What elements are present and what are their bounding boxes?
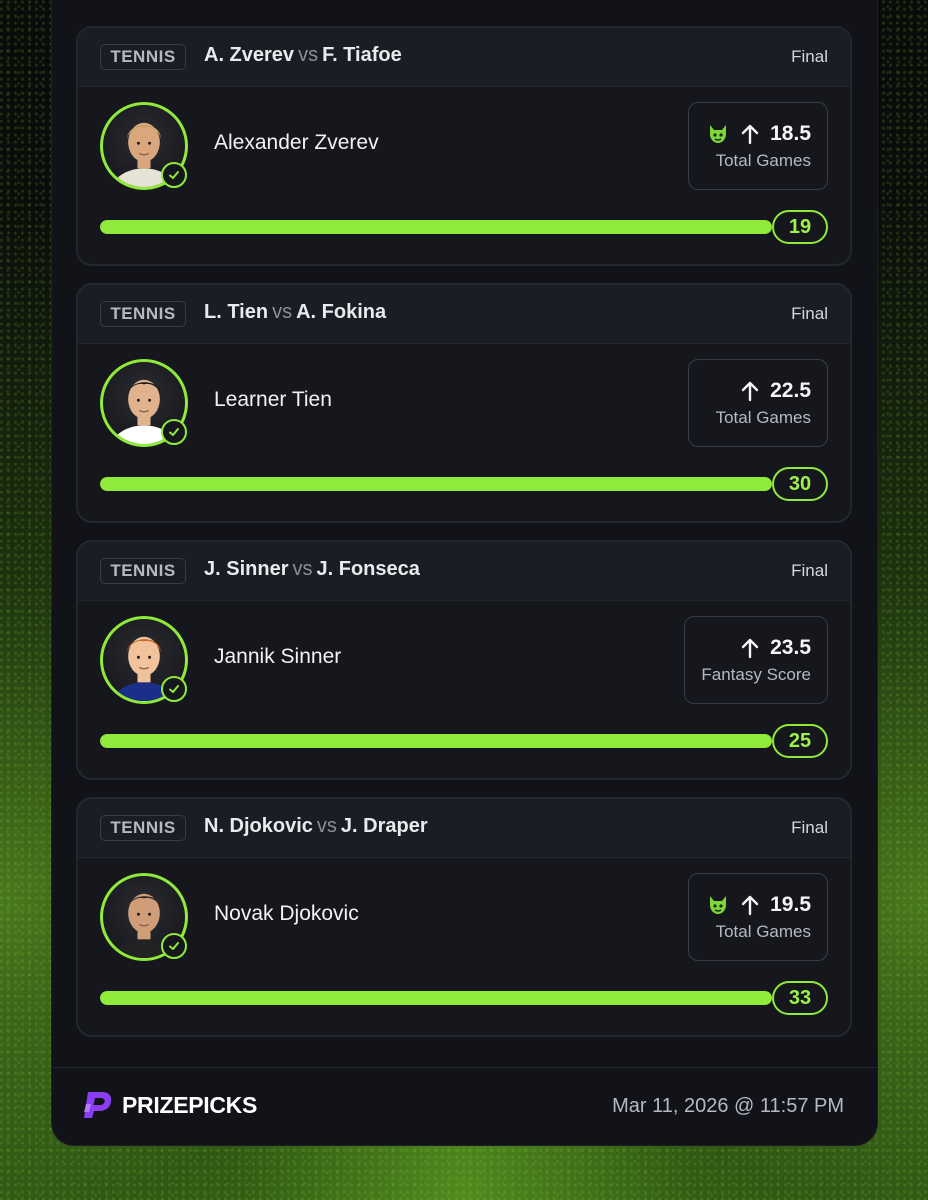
pick-card[interactable]: TENNIS A. Zverev vs F. Tiafoe Final Alexan…: [76, 26, 852, 266]
demon-icon: [710, 896, 727, 914]
entry-timestamp: Mar 11, 2026 @ 11:57 PM: [612, 1095, 844, 1117]
projection-box: 19.5 Total Games: [688, 873, 828, 961]
sport-tag: TENNIS: [100, 815, 186, 841]
matchup: L. Tien vs A. Fokina: [204, 301, 386, 324]
player-name: Jannik Sinner: [214, 645, 342, 668]
matchup-player-1: A. Zverev: [204, 44, 295, 66]
projection-box: 23.5 Fantasy Score: [684, 616, 828, 704]
check-icon: [161, 933, 187, 959]
matchup-vs: vs: [316, 815, 337, 837]
matchup: N. Djokovic vs J. Draper: [204, 815, 428, 838]
stat-type: Total Games: [715, 408, 811, 427]
arrow-up-icon: [741, 895, 759, 916]
matchup: A. Zverev vs F. Tiafoe: [204, 44, 402, 67]
game-status: Final: [791, 818, 828, 837]
projection-box: 18.5 Total Games: [688, 102, 828, 190]
arrow-up-icon: [741, 638, 759, 659]
player-name: Alexander Zverev: [214, 131, 379, 154]
card-header: TENNIS L. Tien vs A. Fokina Final: [78, 285, 850, 344]
demon-icon: [710, 125, 727, 143]
arrow-up-icon: [741, 381, 759, 402]
matchup-player-2: F. Tiafoe: [322, 44, 402, 66]
footer-divider: [52, 1067, 877, 1068]
matchup-vs: vs: [298, 44, 319, 66]
sport-tag: TENNIS: [100, 301, 186, 327]
progress-fill: [100, 477, 772, 491]
matchup-vs: vs: [292, 558, 313, 580]
stat-type: Total Games: [715, 922, 811, 941]
projection-line: 22.5: [770, 379, 811, 402]
brand-name: PRIZEPICKS: [122, 1091, 258, 1118]
brand-logo: PRIZEPICKS: [82, 1090, 257, 1120]
check-icon: [161, 162, 187, 188]
pick-card[interactable]: TENNIS N. Djokovic vs J. Draper Final Nova…: [76, 797, 852, 1037]
sport-tag: TENNIS: [100, 558, 186, 584]
game-status: Final: [791, 304, 828, 323]
projection-line: 18.5: [770, 122, 811, 145]
matchup-player-2: J. Fonseca: [316, 558, 420, 580]
stat-type: Fantasy Score: [701, 665, 811, 684]
sport-tag: TENNIS: [100, 44, 186, 70]
result-value: 25: [772, 724, 828, 758]
progress-bar: [100, 477, 772, 491]
check-icon: [161, 419, 187, 445]
check-icon: [161, 676, 187, 702]
matchup-player-1: N. Djokovic: [204, 815, 313, 837]
progress-bar: [100, 220, 772, 234]
projection-line: 19.5: [770, 893, 811, 916]
player-name: Learner Tien: [214, 388, 332, 411]
result-value: 30: [772, 467, 828, 501]
card-header: TENNIS N. Djokovic vs J. Draper Final: [78, 799, 850, 858]
card-header: TENNIS J. Sinner vs J. Fonseca Final: [78, 542, 850, 601]
matchup-player-2: J. Draper: [340, 815, 428, 837]
matchup: J. Sinner vs J. Fonseca: [204, 558, 420, 581]
matchup-player-1: J. Sinner: [204, 558, 289, 580]
projection-line: 23.5: [770, 636, 811, 659]
progress-bar: [100, 991, 772, 1005]
game-status: Final: [791, 47, 828, 66]
prizepicks-logo-icon: [84, 1092, 112, 1118]
result-value: 33: [772, 981, 828, 1015]
arrow-up-icon: [741, 124, 759, 145]
matchup-player-1: L. Tien: [204, 301, 269, 323]
card-header: TENNIS A. Zverev vs F. Tiafoe Final: [78, 28, 850, 87]
result-value: 19: [772, 210, 828, 244]
projection-box: 22.5 Total Games: [688, 359, 828, 447]
progress-fill: [100, 220, 772, 234]
stat-type: Total Games: [715, 151, 811, 170]
matchup-player-2: A. Fokina: [296, 301, 387, 323]
pick-card[interactable]: TENNIS J. Sinner vs J. Fonseca Final Janni…: [76, 540, 852, 780]
matchup-vs: vs: [272, 301, 293, 323]
progress-bar: [100, 734, 772, 748]
pick-card[interactable]: TENNIS L. Tien vs A. Fokina Final Learner …: [76, 283, 852, 523]
progress-fill: [100, 991, 772, 1005]
player-name: Novak Djokovic: [214, 902, 359, 925]
game-status: Final: [791, 561, 828, 580]
progress-fill: [100, 734, 772, 748]
